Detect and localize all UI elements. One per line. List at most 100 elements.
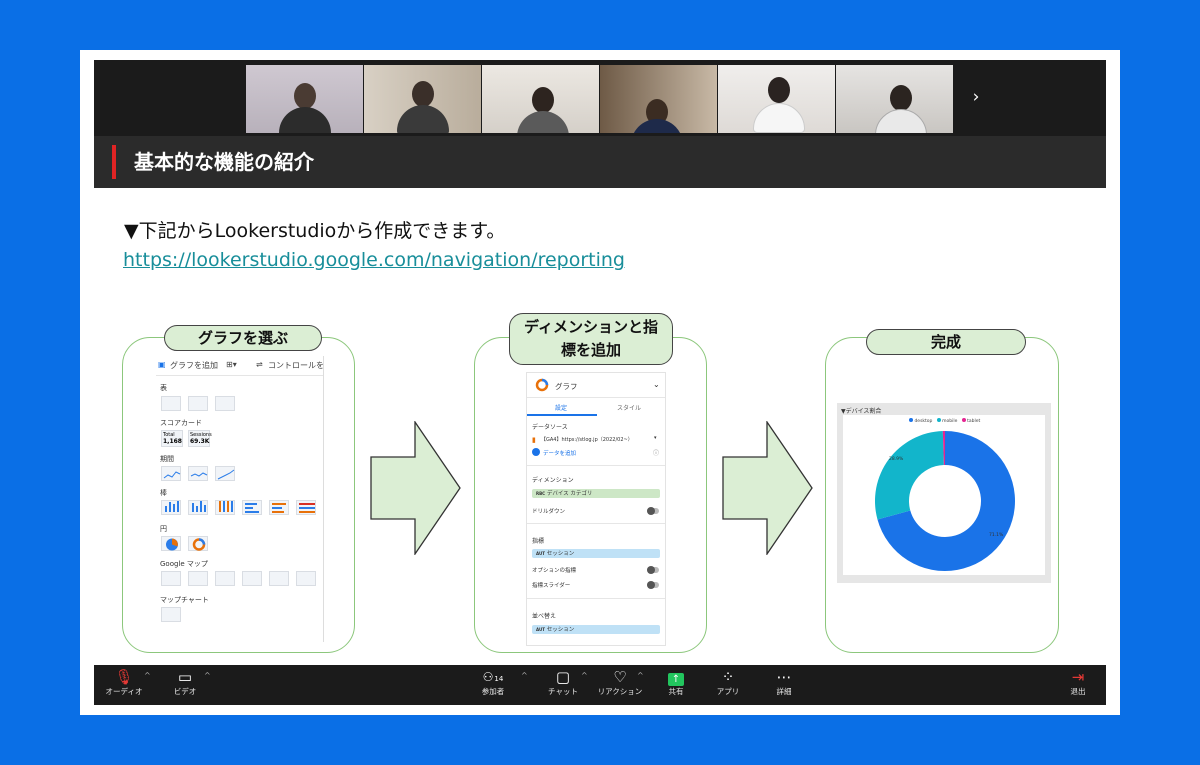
map-thumb[interactable] xyxy=(161,571,181,586)
add-chart-icon[interactable]: ▣ xyxy=(158,360,166,369)
pie-thumb[interactable] xyxy=(161,536,181,551)
picker-toolbar: ▣ グラフを追加 ⊞▾ ⇌ コントロールを xyxy=(156,356,323,376)
table-thumb[interactable] xyxy=(215,396,235,411)
participant-video[interactable] xyxy=(246,65,363,133)
scorecard-thumb[interactable]: Sessions 69.3K xyxy=(188,430,212,447)
section-google-maps: Google マップ xyxy=(160,560,208,568)
map-thumb[interactable] xyxy=(296,571,316,586)
reporting-link[interactable]: https://lookerstudio.google.com/navigati… xyxy=(123,249,625,271)
share-screen-icon: ↑ xyxy=(664,665,688,687)
metric-label: 指標 xyxy=(532,538,545,545)
reaction-caret-icon[interactable]: ^ xyxy=(637,671,644,680)
add-control-button[interactable]: コントロールを xyxy=(268,360,323,371)
drilldown-toggle[interactable] xyxy=(647,507,659,515)
map-chart-thumb[interactable] xyxy=(161,607,181,622)
result-chart-title: ▼デバイス割合 xyxy=(841,408,882,415)
legend-swatch xyxy=(936,418,941,422)
slide-title-bar: 基本的な機能の紹介 xyxy=(94,136,1106,188)
tab-setup[interactable]: 設定 xyxy=(555,403,567,412)
step-label-line1: ディメンションと指 xyxy=(524,318,658,336)
participant-video[interactable] xyxy=(600,65,717,133)
table-thumb[interactable] xyxy=(161,396,181,411)
meeting-window: › 基本的な機能の紹介 ▼下記からLookerstudioから作成できます。 h… xyxy=(94,60,1106,705)
bar-thumb[interactable] xyxy=(161,500,181,515)
bar-thumb[interactable] xyxy=(215,500,235,515)
controls-icon[interactable]: ⇌ xyxy=(256,360,263,369)
metric-slider-label: 指標スライダー xyxy=(532,583,571,589)
chat-caret-icon[interactable]: ^ xyxy=(581,671,588,680)
participant-video[interactable] xyxy=(482,65,599,133)
add-data-button[interactable]: データを追加 xyxy=(543,449,576,457)
mic-muted-icon: 🎙 xyxy=(114,668,134,686)
donut-thumb[interactable] xyxy=(188,536,208,551)
chart-config-panel: グラフ ⌄ 設定 スタイル データソース ▮ 【GA4】https://stlo… xyxy=(526,372,666,646)
legend-mobile: mobile xyxy=(942,419,958,424)
chat-label: チャット xyxy=(548,687,578,696)
participant-video-active[interactable] xyxy=(718,65,835,133)
hbar-thumb[interactable] xyxy=(296,500,316,515)
line-thumb[interactable] xyxy=(215,466,235,481)
audio-button[interactable]: 🎙 オーディオ xyxy=(104,665,144,705)
step-label-complete: 完成 xyxy=(866,329,1026,355)
collapse-chevron-icon[interactable]: ⌄ xyxy=(653,380,660,389)
line-thumb[interactable] xyxy=(188,466,208,481)
add-chart-button[interactable]: グラフを追加 xyxy=(170,360,218,371)
chat-button[interactable]: ▢ チャット xyxy=(546,665,580,705)
dimension-chip[interactable]: RBC デバイス カテゴリ xyxy=(532,489,660,498)
line-thumb[interactable] xyxy=(161,466,181,481)
map-thumb[interactable] xyxy=(242,571,262,586)
next-participants-chevron-icon[interactable]: › xyxy=(966,86,986,108)
data-source-value[interactable]: 【GA4】https://stlog.jp（2022/02~） xyxy=(541,436,633,443)
chip-type-prefix: AUT xyxy=(536,627,545,632)
participant-video[interactable] xyxy=(364,65,481,133)
share-button[interactable]: ↑ 共有 xyxy=(664,665,688,705)
tab-indicator xyxy=(527,414,597,416)
bar-thumb[interactable] xyxy=(188,500,208,515)
section-bar: 棒 xyxy=(160,489,167,497)
legend-swatch xyxy=(909,418,913,422)
scorecard-value: 1,168 xyxy=(163,438,182,445)
video-options-caret-icon[interactable]: ^ xyxy=(204,671,211,680)
tab-style[interactable]: スタイル xyxy=(617,403,641,412)
chip-type-prefix: RBC xyxy=(536,491,546,496)
more-button[interactable]: ⋯ 詳細 xyxy=(772,665,796,705)
section-table: 表 xyxy=(160,384,167,392)
meeting-toolbar: 🎙 オーディオ ^ ▭ ビデオ ^ ⚇14 参加者 ^ ▢ チャット ^ ♡ リ… xyxy=(94,665,1106,705)
legend-tablet: tablet xyxy=(967,419,981,424)
chart-legend: desktop mobile tablet xyxy=(909,418,980,424)
table-thumb[interactable] xyxy=(188,396,208,411)
metric-slider-toggle[interactable] xyxy=(647,581,659,589)
donut-slice-mobile xyxy=(875,431,944,520)
metric-chip[interactable]: AUT セッション xyxy=(532,549,660,558)
participants-caret-icon[interactable]: ^ xyxy=(521,671,528,680)
sort-chip[interactable]: AUT セッション xyxy=(532,625,660,634)
leave-button[interactable]: ⇥ 退出 xyxy=(1066,665,1090,705)
audio-options-caret-icon[interactable]: ^ xyxy=(144,671,151,680)
participants-button[interactable]: ⚇14 参加者 xyxy=(480,665,506,705)
help-icon[interactable]: ⓘ xyxy=(653,448,659,457)
optional-metric-toggle[interactable] xyxy=(647,566,659,574)
scorecard-thumb[interactable]: Total 1,168 xyxy=(161,430,183,447)
arrow-right-icon xyxy=(722,421,813,555)
dropdown-arrow-icon[interactable]: ▾ xyxy=(654,435,657,441)
chat-icon: ▢ xyxy=(555,668,571,686)
chart-picker-panel: ▣ グラフを追加 ⊞▾ ⇌ コントロールを 表 スコアカード Total 1,1… xyxy=(156,356,324,642)
add-data-icon[interactable] xyxy=(532,448,540,456)
components-icon[interactable]: ⊞▾ xyxy=(226,360,237,369)
participant-video[interactable] xyxy=(836,65,953,133)
apps-button[interactable]: ⁘ アプリ xyxy=(716,665,740,705)
map-thumb[interactable] xyxy=(269,571,289,586)
video-label: ビデオ xyxy=(173,687,197,696)
map-thumb[interactable] xyxy=(188,571,208,586)
data-source-label: データソース xyxy=(532,424,568,431)
hbar-thumb[interactable] xyxy=(242,500,262,515)
optional-metric-label: オプションの指標 xyxy=(532,568,577,574)
exit-icon: ⇥ xyxy=(1071,668,1085,686)
legend-desktop: desktop xyxy=(914,419,933,424)
sort-label: 並べ替え xyxy=(532,613,557,620)
map-thumb[interactable] xyxy=(215,571,235,586)
hbar-thumb[interactable] xyxy=(269,500,289,515)
video-button[interactable]: ▭ ビデオ xyxy=(170,665,200,705)
legend-swatch xyxy=(961,418,966,422)
participant-strip: › xyxy=(94,60,1106,136)
